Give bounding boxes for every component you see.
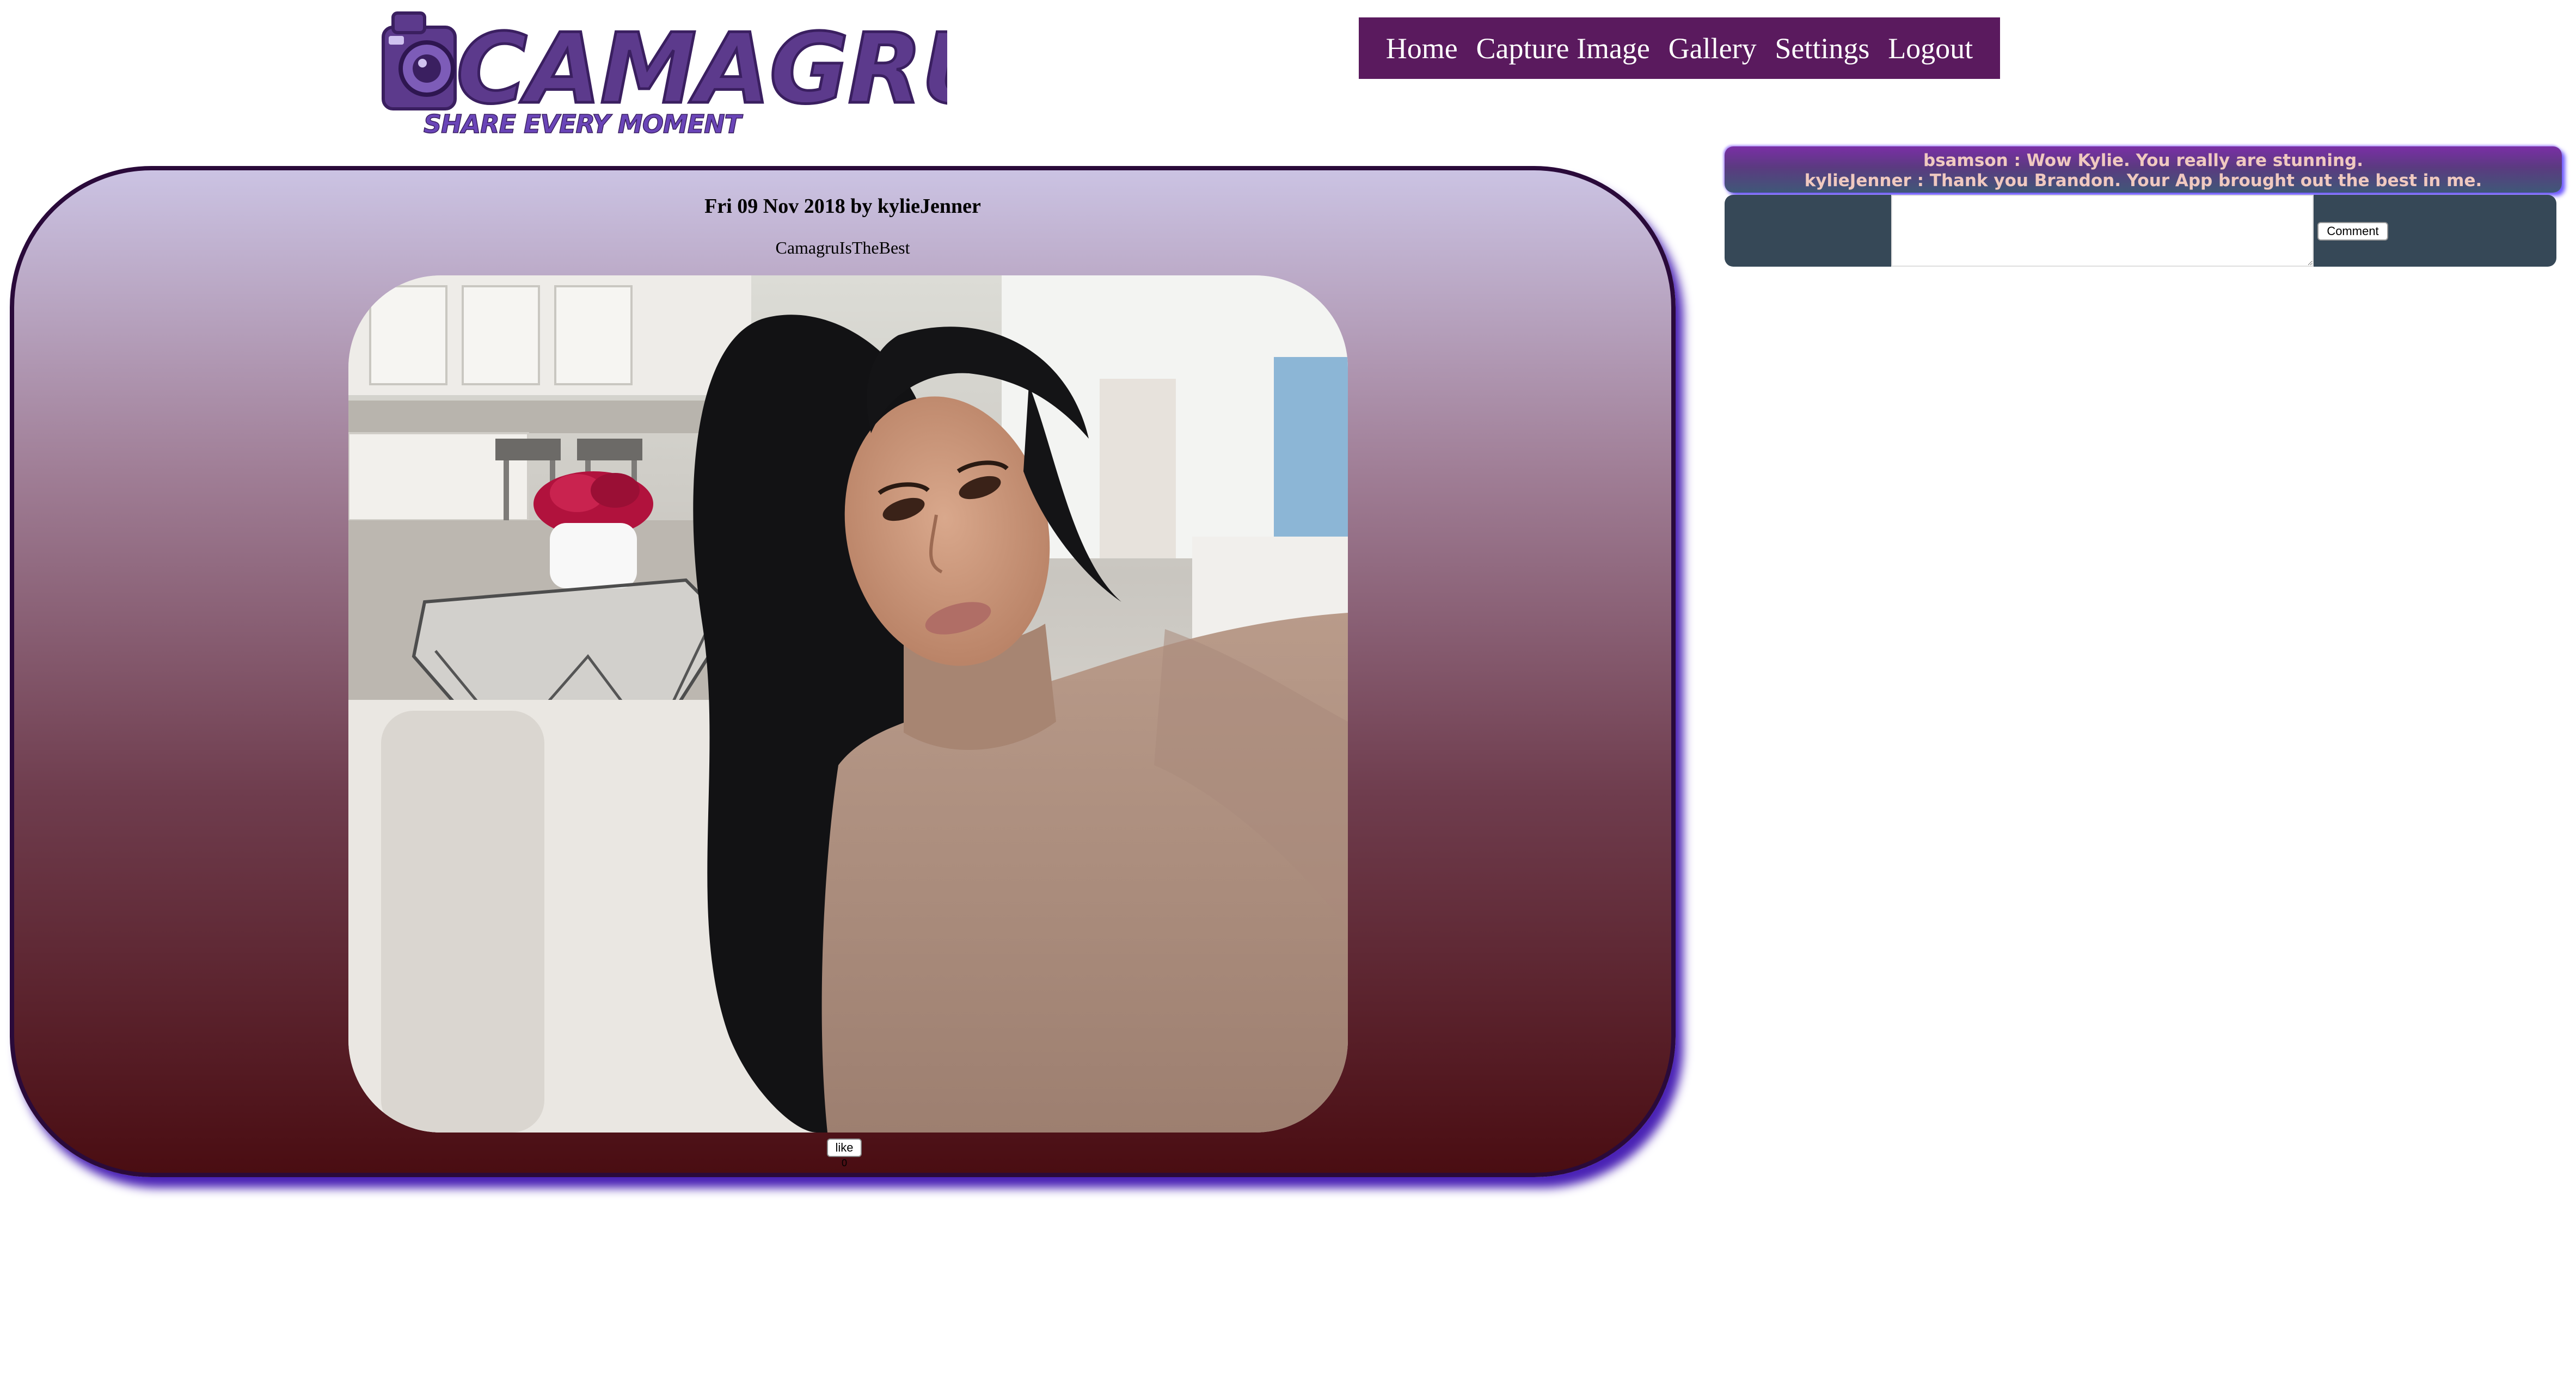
nav-gallery[interactable]: Gallery xyxy=(1669,32,1757,65)
post-header: Fri 09 Nov 2018 by kylieJenner xyxy=(704,195,981,218)
page: CAMAGRU_ SHARE EVERY MOMENT Home Capture… xyxy=(0,0,2576,1397)
camera-icon xyxy=(382,11,457,110)
like-count: 0 xyxy=(841,1158,847,1168)
logo-tagline: SHARE EVERY MOMENT xyxy=(424,109,744,139)
comment-input[interactable] xyxy=(1891,195,2314,267)
nav-home[interactable]: Home xyxy=(1386,32,1458,65)
logo-title: CAMAGRU_ xyxy=(456,13,947,125)
main-nav: Home Capture Image Gallery Settings Logo… xyxy=(1359,17,2000,79)
like-button[interactable]: like xyxy=(827,1138,862,1157)
comment-item: bsamson : Wow Kylie. You really are stun… xyxy=(1923,151,2363,170)
comment-button[interactable]: Comment xyxy=(2317,222,2388,241)
comment-item: kylieJenner : Thank you Brandon. Your Ap… xyxy=(1804,171,2482,190)
post-caption: CamagruIsTheBest xyxy=(775,238,910,257)
post-photo xyxy=(348,275,1348,1133)
nav-capture-image[interactable]: Capture Image xyxy=(1476,32,1650,65)
nav-settings[interactable]: Settings xyxy=(1775,32,1869,65)
nav-logout[interactable]: Logout xyxy=(1888,32,1973,65)
comment-form: Comment xyxy=(1725,195,2556,267)
post-card: Fri 09 Nov 2018 by kylieJenner CamagruIs… xyxy=(10,166,1676,1177)
camagru-logo[interactable]: CAMAGRU_ SHARE EVERY MOMENT xyxy=(381,10,947,140)
comments-panel: bsamson : Wow Kylie. You really are stun… xyxy=(1725,146,2562,193)
